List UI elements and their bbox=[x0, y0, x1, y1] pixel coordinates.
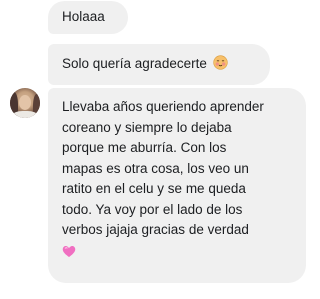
message-text: Solo quería agradecerte bbox=[62, 56, 207, 71]
message-line: todo. Ya voy por el lado de los bbox=[62, 201, 243, 217]
avatar[interactable] bbox=[10, 88, 40, 118]
message-bubble-1[interactable]: Holaaa bbox=[48, 1, 128, 34]
message-line: coreano y siempre lo dejaba bbox=[62, 119, 232, 135]
pink-heart-icon bbox=[62, 245, 76, 257]
message-line: verbos jajaja gracias de verdad bbox=[62, 222, 249, 237]
message-bubble-3[interactable]: Llevaba años queriendo aprender coreano … bbox=[48, 88, 306, 283]
message-text: Holaaa bbox=[62, 9, 105, 24]
blushing-face-icon bbox=[213, 55, 228, 70]
message-line: ratito en el celu y se me queda bbox=[62, 181, 246, 196]
message-line: Llevaba años queriendo aprender bbox=[62, 99, 264, 114]
message-bubble-2[interactable]: Solo quería agradecerte bbox=[48, 44, 270, 85]
message-line: mapas es otra cosa, los veo un bbox=[62, 160, 249, 176]
message-line: porque me aburría. Con los bbox=[62, 140, 227, 155]
